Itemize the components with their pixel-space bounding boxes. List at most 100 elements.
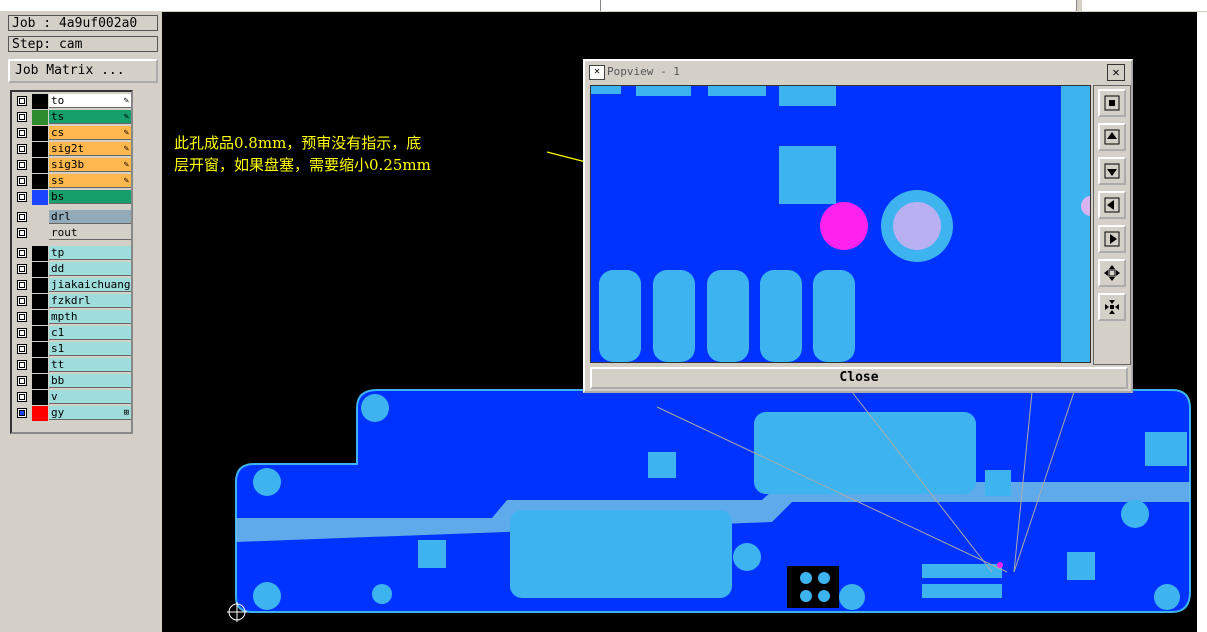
layer-row-drl[interactable]: drl — [14, 210, 131, 225]
layer-color-swatch[interactable] — [32, 110, 48, 125]
layer-name[interactable]: rout — [49, 226, 131, 240]
layer-row-gy[interactable]: gy ⊞ — [14, 406, 131, 421]
layer-checkbox[interactable] — [17, 408, 27, 418]
layer-row-sig3b[interactable]: sig3b ✎ — [14, 158, 131, 173]
layer-color-swatch[interactable] — [32, 278, 48, 293]
layer-checkbox[interactable] — [17, 192, 27, 202]
layer-name[interactable]: to — [49, 94, 131, 108]
layer-color-swatch[interactable] — [32, 294, 48, 309]
pv-top-pad-4 — [779, 86, 836, 106]
layer-row-to[interactable]: to ✎ — [14, 94, 131, 109]
layer-color-swatch[interactable] — [32, 262, 48, 277]
popview-canvas[interactable] — [590, 85, 1091, 363]
pan-right-button[interactable] — [1098, 225, 1126, 253]
layer-checkbox[interactable] — [17, 160, 27, 170]
close-button[interactable]: Close — [590, 367, 1128, 389]
zoom-out-button[interactable] — [1098, 259, 1126, 287]
layer-name[interactable]: tt — [49, 358, 131, 372]
layer-color-swatch[interactable] — [32, 174, 48, 189]
layer-checkbox[interactable] — [17, 392, 27, 402]
layer-name[interactable]: v — [49, 390, 131, 404]
layer-color-swatch[interactable] — [32, 126, 48, 141]
layer-color-swatch[interactable] — [32, 374, 48, 389]
layer-name[interactable]: sig2t — [49, 142, 131, 156]
layer-row-ss[interactable]: ss ✎ — [14, 174, 131, 189]
layer-row-dd[interactable]: dd — [14, 262, 131, 277]
layer-name[interactable]: fzkdrl — [49, 294, 131, 308]
layer-checkbox[interactable] — [17, 312, 27, 322]
layer-name[interactable]: bs — [49, 190, 131, 204]
layer-name[interactable]: mpth — [49, 310, 131, 324]
layer-name[interactable]: bb — [49, 374, 131, 388]
layer-checkbox[interactable] — [17, 144, 27, 154]
layer-row-c1[interactable]: c1 — [14, 326, 131, 341]
layer-color-swatch[interactable] — [32, 406, 48, 421]
layer-color-swatch[interactable] — [32, 210, 48, 225]
layer-name[interactable]: gy — [49, 406, 131, 420]
layer-name[interactable]: cs — [49, 126, 131, 140]
layer-name[interactable]: c1 — [49, 326, 131, 340]
layer-name[interactable]: drl — [49, 210, 131, 224]
layer-row-bs[interactable]: bs — [14, 190, 131, 205]
layer-row-v[interactable]: v — [14, 390, 131, 405]
layer-color-swatch[interactable] — [32, 94, 48, 109]
layer-name[interactable]: sig3b — [49, 158, 131, 172]
layer-color-swatch[interactable] — [32, 390, 48, 405]
layer-checkbox[interactable] — [17, 344, 27, 354]
layer-checkbox[interactable] — [17, 228, 27, 238]
top-field-3[interactable] — [1082, 0, 1207, 11]
layer-color-swatch[interactable] — [32, 246, 48, 261]
close-icon[interactable]: ✕ — [1107, 64, 1125, 81]
layer-row-cs[interactable]: cs ✎ — [14, 126, 131, 141]
layer-checkbox[interactable] — [17, 376, 27, 386]
job-matrix-button[interactable]: Job Matrix ... — [8, 59, 158, 83]
layer-checkbox[interactable] — [17, 128, 27, 138]
pan-down-button[interactable] — [1098, 157, 1126, 185]
layer-row-jiakaichuang[interactable]: jiakaichuang — [14, 278, 131, 293]
pcb-circle-4 — [733, 543, 761, 571]
layer-row-s1[interactable]: s1 — [14, 342, 131, 357]
layer-checkbox[interactable] — [17, 248, 27, 258]
pan-up-button[interactable] — [1098, 123, 1126, 151]
layer-row-sig2t[interactable]: sig2t ✎ — [14, 142, 131, 157]
layer-color-swatch[interactable] — [32, 226, 48, 241]
layer-checkbox[interactable] — [17, 328, 27, 338]
layer-row-tt[interactable]: tt — [14, 358, 131, 373]
layer-name[interactable]: ss — [49, 174, 131, 188]
zoom-in-icon — [1105, 300, 1119, 314]
layer-name[interactable]: ts — [49, 110, 131, 124]
layer-checkbox[interactable] — [17, 176, 27, 186]
layer-checkbox[interactable] — [17, 296, 27, 306]
layer-color-swatch[interactable] — [32, 326, 48, 341]
layer-checkbox[interactable] — [17, 280, 27, 290]
layer-name[interactable]: dd — [49, 262, 131, 276]
pcb-circle-3 — [253, 582, 281, 610]
layer-color-swatch[interactable] — [32, 342, 48, 357]
layer-row-mpth[interactable]: mpth — [14, 310, 131, 325]
layer-checkbox[interactable] — [17, 96, 27, 106]
layer-name[interactable]: tp — [49, 246, 131, 260]
zoom-in-button[interactable] — [1098, 293, 1126, 321]
layer-name[interactable]: jiakaichuang — [49, 278, 131, 292]
layer-row-tp[interactable]: tp — [14, 246, 131, 261]
layer-color-swatch[interactable] — [32, 142, 48, 157]
top-field-2[interactable] — [601, 0, 1077, 11]
layer-color-swatch[interactable] — [32, 310, 48, 325]
popview-titlebar[interactable]: ✕ Popview - 1 ✕ — [585, 61, 1131, 83]
layer-name[interactable]: s1 — [49, 342, 131, 356]
layer-row-bb[interactable]: bb — [14, 374, 131, 389]
layer-color-swatch[interactable] — [32, 358, 48, 373]
layer-row-rout[interactable]: rout — [14, 226, 131, 241]
layer-row-fzkdrl[interactable]: fzkdrl — [14, 294, 131, 309]
zoom-home-button[interactable] — [1098, 89, 1126, 117]
pan-left-button[interactable] — [1098, 191, 1126, 219]
zoom-out-icon — [1104, 265, 1120, 281]
layer-checkbox[interactable] — [17, 212, 27, 222]
layer-checkbox[interactable] — [17, 112, 27, 122]
layer-checkbox[interactable] — [17, 360, 27, 370]
layer-checkbox[interactable] — [17, 264, 27, 274]
layer-row-ts[interactable]: ts ✎ — [14, 110, 131, 125]
layer-color-swatch[interactable] — [32, 190, 48, 205]
layer-color-swatch[interactable] — [32, 158, 48, 173]
top-field-1[interactable] — [0, 0, 601, 11]
